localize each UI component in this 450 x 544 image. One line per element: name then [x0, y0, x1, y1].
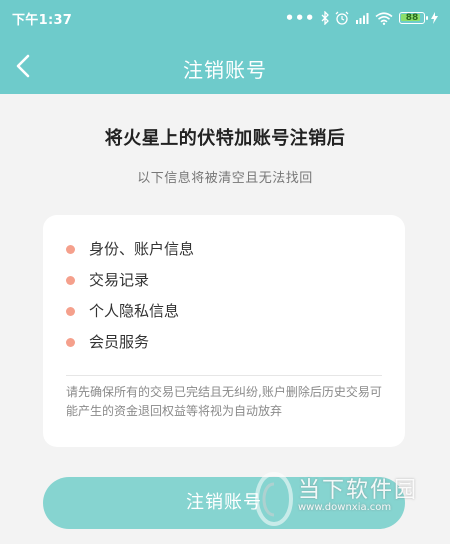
bullet-dot-icon	[66, 276, 75, 285]
list-item-label: 会员服务	[89, 333, 150, 351]
disclaimer-note: 请先确保所有的交易已完结且无纠纷,账户删除后历史交易可能产生的资金退回权益等将视…	[66, 385, 382, 418]
bullet-dot-icon	[66, 307, 75, 316]
app-header: 下午1:37 ••• 88 注销账号	[0, 0, 450, 94]
bullet-dot-icon	[66, 245, 75, 254]
battery-icon: 88	[399, 12, 428, 24]
main-heading: 将火星上的伏特加账号注销后	[104, 128, 346, 149]
list-item-label: 身份、账户信息	[89, 240, 195, 258]
status-icons: ••• 88	[285, 9, 438, 27]
bullet-dot-icon	[66, 338, 75, 347]
cancel-account-button[interactable]: 注销账号	[43, 477, 405, 529]
sub-heading: 以下信息将被清空且无法找回	[137, 171, 313, 186]
more-notifications-icon: •••	[284, 9, 315, 27]
divider	[66, 375, 382, 376]
list-item-label: 个人隐私信息	[89, 302, 180, 320]
list-item: 交易记录	[43, 266, 194, 297]
list-item: 会员服务	[43, 328, 194, 359]
page-title: 注销账号	[183, 58, 267, 82]
status-bar: 下午1:37 ••• 88	[0, 0, 450, 34]
battery-level: 88	[405, 13, 419, 23]
bluetooth-icon	[321, 11, 329, 25]
list-item-label: 交易记录	[89, 271, 150, 289]
alarm-icon	[335, 11, 349, 25]
list-item: 身份、账户信息	[43, 235, 194, 266]
signal-icon	[356, 13, 369, 24]
cleared-info-list: 身份、账户信息 交易记录 个人隐私信息 会员服务	[43, 235, 194, 359]
list-item: 个人隐私信息	[43, 297, 194, 328]
info-card: 身份、账户信息 交易记录 个人隐私信息 会员服务 请先确保所有的交易已完结且无纠…	[43, 215, 405, 447]
charging-icon	[431, 12, 438, 24]
wifi-icon	[375, 11, 393, 25]
status-time: 下午1:37	[12, 13, 73, 28]
